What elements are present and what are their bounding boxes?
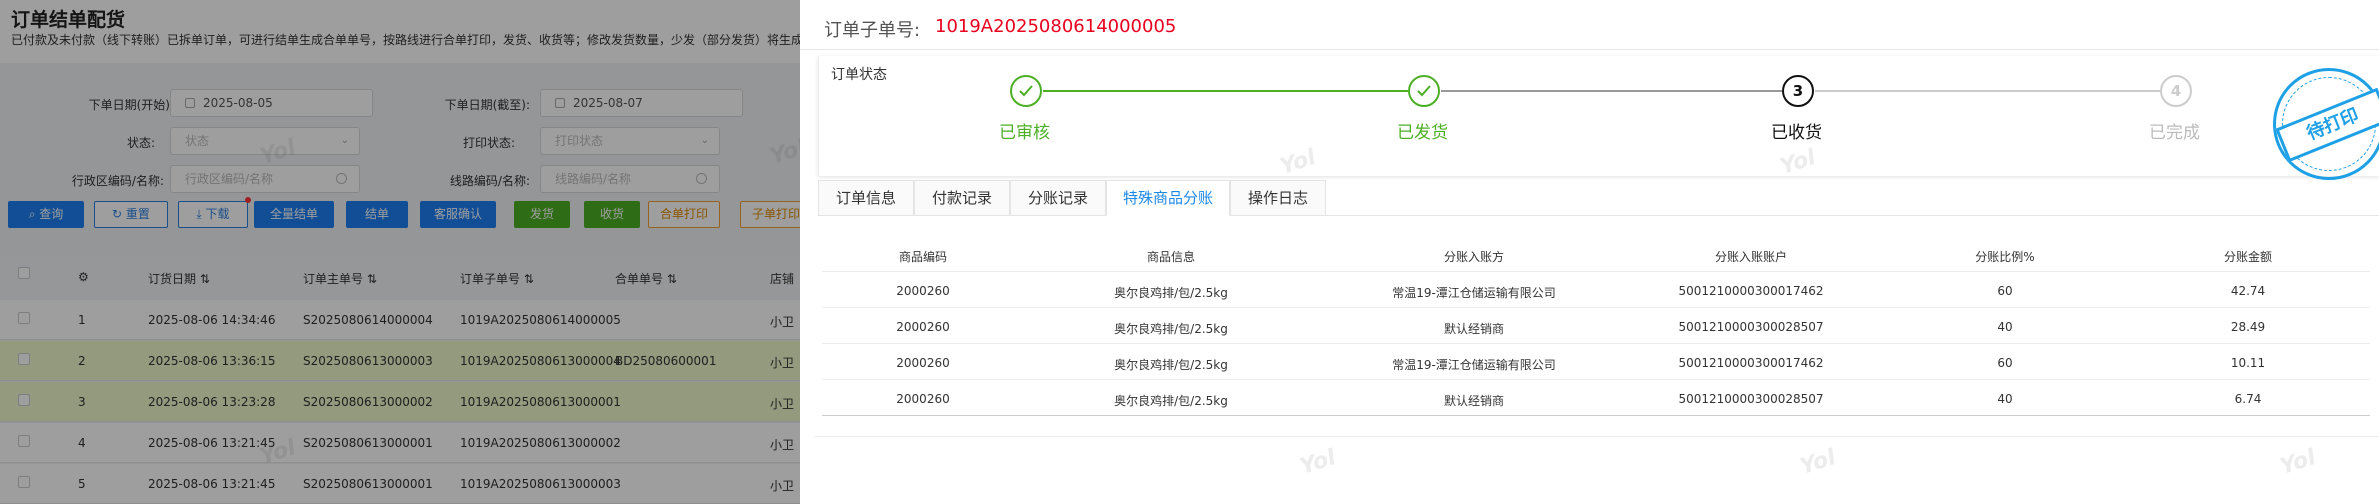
sub-order-value: 1019A2025080614000005 xyxy=(935,16,1177,37)
th-payee-account: 分账入账账户 xyxy=(1714,250,1788,264)
table-row: 2000260 奥尔良鸡排/包/2.5kg 默认经销商 500121000030… xyxy=(822,308,2370,344)
step-2-label: 已发货 xyxy=(1397,123,1448,143)
sub-order-label: 订单子单号: xyxy=(824,20,921,41)
order-detail-drawer: 订单子单号: 1019A2025080614000005 订单状态 3 4 已审… xyxy=(800,0,2379,504)
watermark: Yol xyxy=(1297,445,1339,480)
tab-payment-records[interactable]: 付款记录 xyxy=(914,180,1010,216)
watermark: Yol xyxy=(2277,445,2319,480)
table-row: 2000260 奥尔良鸡排/包/2.5kg 默认经销商 500121000030… xyxy=(822,380,2370,416)
th-payee: 分账入账方 xyxy=(1443,250,1505,264)
order-status-card: 订单状态 3 4 已审核 已发货 已收货 已完成 待打印 xyxy=(818,56,2379,180)
tab-special-split[interactable]: 特殊商品分账 xyxy=(1106,180,1230,216)
split-table-header: 商品编码 商品信息 分账入账方 分账入账账户 分账比例% 分账金额 xyxy=(822,236,2370,272)
step-4-circle: 4 xyxy=(2160,75,2192,107)
background-page: 订单结单配货 已付款及未付款（线下转账）已拆单订单，可进行结单生成合单单号，按路… xyxy=(0,0,812,504)
step-3-circle: 3 xyxy=(1782,75,1814,107)
step-1-circle xyxy=(1010,75,1042,107)
step-3-label: 已收货 xyxy=(1771,123,1822,143)
drawer-divider xyxy=(814,436,2379,437)
table-row: 2000260 奥尔良鸡排/包/2.5kg 常温19-潭江仓储运输有限公司 50… xyxy=(822,272,2370,308)
step-connector xyxy=(1815,90,2160,92)
step-2-circle xyxy=(1408,75,1440,107)
table-row: 2000260 奥尔良鸡排/包/2.5kg 常温19-潭江仓储运输有限公司 50… xyxy=(822,344,2370,380)
tab-order-info[interactable]: 订单信息 xyxy=(818,180,914,216)
watermark: Yol xyxy=(1797,445,1839,480)
drawer-tabs: 订单信息 付款记录 分账记录 特殊商品分账 操作日志 xyxy=(818,180,2379,216)
step-connector xyxy=(1441,90,1782,92)
modal-overlay[interactable] xyxy=(0,0,800,504)
order-status-label: 订单状态 xyxy=(831,67,887,83)
tab-operation-log[interactable]: 操作日志 xyxy=(1230,180,1326,216)
check-icon xyxy=(1019,85,1033,97)
check-icon xyxy=(1417,85,1431,97)
drawer-header: 订单子单号: 1019A2025080614000005 xyxy=(800,0,2379,50)
step-connector xyxy=(1043,90,1408,92)
th-product-code: 商品编码 xyxy=(898,250,948,264)
to-print-stamp: 待打印 xyxy=(2273,68,2379,180)
tab-split-records[interactable]: 分账记录 xyxy=(1010,180,1106,216)
th-amount: 分账金额 xyxy=(2223,250,2273,264)
th-product-info: 商品信息 xyxy=(1146,250,1196,264)
step-4-label: 已完成 xyxy=(2149,123,2200,143)
th-ratio: 分账比例% xyxy=(1975,250,2035,264)
step-1-label: 已审核 xyxy=(999,123,1050,143)
